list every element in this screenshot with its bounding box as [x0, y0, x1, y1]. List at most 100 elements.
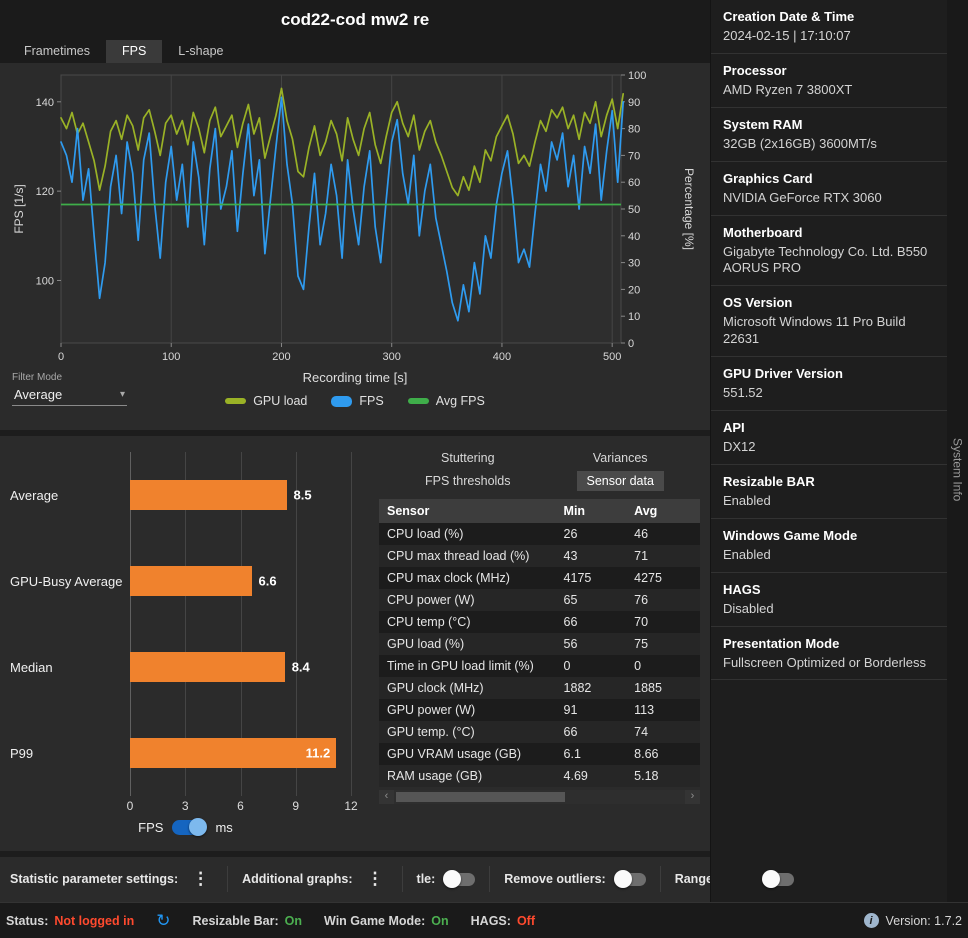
unit-toggle-row: FPS ms	[8, 818, 363, 836]
system-info-title: Processor	[723, 62, 787, 78]
table-row: RAM usage (GB) 4.69 5.18	[379, 765, 700, 787]
bar-gpu-busy-average[interactable]	[130, 566, 252, 596]
table-row: GPU power (W) 91 113	[379, 699, 700, 721]
kebab-menu-icon[interactable]: ⋮	[363, 869, 388, 889]
bar-value-label: 8.5	[293, 487, 312, 503]
bar-track: 8.4	[130, 652, 351, 682]
info-icon[interactable]: i	[863, 913, 879, 928]
legend-item-avg-fps[interactable]: Avg FPS	[407, 394, 485, 408]
column-header-min[interactable]: Min	[555, 499, 627, 523]
analysis-tab-fps-thresholds[interactable]: FPS thresholds	[415, 471, 520, 491]
status-bar: Status: Not logged in ↻ Resizable Bar: On Win…	[0, 902, 968, 938]
sensor-value-cell: 4175	[563, 571, 592, 585]
tab-l-shape[interactable]: L-shape	[162, 40, 239, 63]
column-header-sensor[interactable]: Sensor	[379, 499, 556, 523]
filter-mode-select[interactable]: Average ▾	[12, 383, 127, 406]
status-item-label: Win Game Mode:	[324, 913, 426, 928]
bar-row-median: Median 8.4	[8, 652, 351, 682]
bar-row-gpu-busy-average: GPU-Busy Average 6.6	[8, 566, 351, 596]
sensor-value-cell: 26	[563, 527, 578, 541]
svg-text:0: 0	[58, 351, 64, 363]
status-item-win-game-mode: Win Game Mode: On	[324, 914, 449, 928]
system-info-presentation-mode: Presentation Mode Fullscreen Optimized or…	[711, 627, 947, 681]
sensor-value-cell: 0	[563, 659, 571, 673]
table-scrollbar[interactable]: ‹ ›	[379, 790, 700, 804]
svg-text:90: 90	[628, 97, 640, 109]
bar-average[interactable]	[130, 480, 287, 510]
bar-x-tick: 9	[292, 799, 300, 813]
analysis-tab-sensor-data[interactable]: Sensor data	[576, 471, 664, 491]
analysis-tab-stuttering[interactable]: Stuttering	[431, 448, 505, 468]
sensor-value-cell: 5.18	[634, 769, 659, 783]
svg-text:300: 300	[383, 351, 401, 363]
sensor-name-cell: GPU load (%)	[387, 637, 465, 651]
svg-text:100: 100	[162, 351, 180, 363]
system-info-value: Microsoft Windows 11 Pro Build 22631	[723, 314, 906, 347]
legend-swatch-avg-fps	[407, 398, 429, 404]
scroll-right-button[interactable]: ›	[685, 790, 700, 804]
title-toggle-switch[interactable]	[443, 870, 476, 889]
status-item-value: Not logged in	[54, 913, 135, 928]
analysis-tab-variances[interactable]: Variances	[583, 448, 658, 468]
system-info-windows-game-mode: Windows Game Mode Enabled	[711, 519, 947, 573]
remove-outliers-toggle-switch[interactable]	[613, 870, 646, 889]
system-info-value: 551.52	[723, 385, 763, 401]
system-info-vertical-label: System Info	[950, 438, 965, 502]
chart-header: cod22-cod mw2 re Frametimes FPS L-shape	[0, 0, 710, 63]
analysis-panel: Average 8.5 GPU-Busy Average 6.6 Median 8.4 P9…	[0, 436, 710, 851]
system-info-title: System RAM	[723, 116, 803, 132]
unit-ms-label[interactable]: ms	[215, 820, 232, 835]
app-window: cod22-cod mw2 re Frametimes FPS L-shape 01…	[0, 0, 968, 902]
fps-ms-toggle[interactable]	[172, 818, 208, 836]
fps-line-chart[interactable]: 0 100 200 300 400 500 100 120 140 0 10 20 30 40 50 60 70…	[9, 65, 701, 365]
svg-text:100: 100	[628, 70, 646, 82]
version-label: Version: 1.7.2	[885, 913, 962, 928]
scrollbar-track[interactable]	[394, 790, 685, 804]
bar-track: 6.6	[130, 566, 351, 596]
status-item-resizable-bar: Resizable Bar: On	[192, 914, 302, 928]
svg-text:100: 100	[36, 275, 54, 287]
svg-text:FPS [1/s]: FPS [1/s]	[12, 184, 26, 233]
scrollbar-thumb[interactable]	[396, 792, 565, 802]
kebab-menu-icon[interactable]: ⋮	[188, 869, 213, 889]
legend-item-gpu-load[interactable]: GPU load	[225, 394, 307, 408]
sensor-value-cell: 46	[634, 527, 649, 541]
tab-frametimes[interactable]: Frametimes	[8, 40, 106, 63]
refresh-icon[interactable]: ↻	[156, 911, 170, 931]
svg-text:0: 0	[628, 338, 634, 350]
sensor-name-cell: CPU temp (°C)	[387, 615, 471, 629]
sensor-value-cell: 4275	[634, 571, 662, 585]
tab-fps[interactable]: FPS	[105, 40, 163, 63]
system-info-title: Windows Game Mode	[723, 527, 858, 543]
toggle-knob	[761, 870, 780, 889]
analysis-tabs: Stuttering Variances FPS thresholds Sensor …	[379, 448, 700, 491]
settings-bar: Statistic parameter settings: ⋮ Additional…	[0, 856, 794, 902]
bar-median[interactable]	[130, 652, 285, 682]
legend-item-fps[interactable]: FPS	[331, 394, 384, 408]
system-info-system-ram: System RAM 32GB (2x16GB) 3600MT/s	[711, 108, 947, 162]
svg-text:140: 140	[36, 97, 54, 109]
system-info-gpu-driver-version: GPU Driver Version 551.52	[711, 357, 947, 412]
system-info-strip[interactable]: System Info	[947, 0, 968, 902]
table-row: GPU temp. (°C) 66 74	[379, 721, 700, 743]
system-info-value: Enabled	[723, 546, 771, 562]
table-row: CPU max thread load (%) 43 71	[379, 545, 700, 567]
bar-x-tick: 0	[126, 799, 134, 813]
fps-ms-toggle-knob	[189, 818, 208, 836]
sensor-value-cell: 74	[634, 725, 649, 739]
filter-mode-label: Filter Mode	[12, 372, 63, 383]
svg-text:120: 120	[36, 186, 54, 198]
sensor-table-header-row: Sensor Min Avg	[379, 499, 700, 523]
bar-track: 11.2	[130, 738, 351, 768]
sensor-value-cell: 91	[563, 703, 578, 717]
page-title: cod22-cod mw2 re	[280, 10, 430, 29]
unit-fps-label[interactable]: FPS	[138, 820, 163, 835]
legend-label: GPU load	[253, 394, 308, 408]
separator	[489, 866, 491, 893]
range-slider-toggle-switch[interactable]	[761, 870, 794, 889]
scroll-left-button[interactable]: ‹	[379, 790, 394, 804]
column-header-avg[interactable]: Avg	[626, 499, 700, 523]
sensor-value-cell: 8.66	[634, 747, 659, 761]
title-toggle-label: tle:	[416, 872, 436, 887]
sensor-value-cell: 70	[634, 615, 649, 629]
